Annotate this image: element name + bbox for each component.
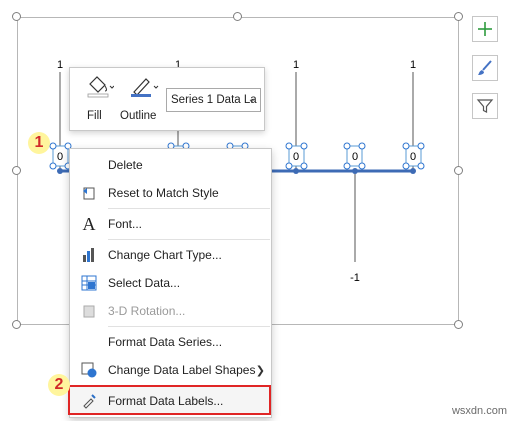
data-label-top: 1 [410, 59, 416, 71]
resize-handle[interactable] [454, 320, 463, 329]
menu-item-font[interactable]: A Font... [70, 210, 271, 238]
highlight-box [68, 385, 271, 415]
menu-item-format-data-series[interactable]: Format Data Series... [70, 328, 271, 356]
svg-text:0: 0 [293, 151, 299, 163]
menu-item-3d-rotation: 3-D Rotation... [70, 297, 271, 325]
menu-separator [108, 326, 270, 327]
data-label-top: 1 [293, 59, 299, 71]
chevron-down-icon: ⌄ [247, 94, 256, 105]
brush-icon [478, 60, 492, 75]
svg-text:0: 0 [352, 151, 358, 163]
data-label-zero-selected: 0 [405, 145, 422, 167]
reset-style-icon [80, 184, 98, 202]
outline-label: Outline [120, 110, 157, 122]
series-marker [352, 168, 358, 174]
resize-handle[interactable] [454, 166, 463, 175]
select-data-icon [80, 274, 98, 292]
menu-item-change-label-shapes[interactable]: Change Data Label Shapes ❯ [70, 356, 271, 384]
plus-icon [478, 22, 492, 36]
filter-icon [476, 99, 494, 113]
menu-item-select-data[interactable]: Select Data... [70, 269, 271, 297]
resize-handle[interactable] [454, 12, 463, 21]
chart-type-icon [80, 246, 98, 264]
menu-item-reset-style[interactable]: Reset to Match Style [70, 179, 271, 207]
menu-item-change-chart-type[interactable]: Change Chart Type... [70, 241, 271, 269]
outline-button[interactable]: Outline [120, 72, 166, 128]
delete-icon [80, 156, 98, 174]
resize-handle[interactable] [12, 166, 21, 175]
data-label-top: 1 [57, 59, 63, 71]
chevron-right-icon: ❯ [255, 364, 265, 377]
chart-filters-button[interactable] [472, 93, 498, 119]
series-select[interactable]: Series 1 Data La ⌄ [166, 88, 261, 112]
chart-styles-button[interactable] [472, 55, 498, 81]
resize-handle[interactable] [12, 320, 21, 329]
callout-2: 2 [48, 374, 70, 396]
data-label-minus: -1 [350, 272, 360, 284]
watermark: wsxdn.com [451, 405, 507, 417]
svg-text:0: 0 [410, 151, 416, 163]
resize-handle[interactable] [12, 12, 21, 21]
3d-rotation-icon [80, 302, 98, 320]
series-marker [57, 168, 63, 174]
label-shapes-icon [80, 361, 98, 379]
mini-toolbar: Fill Outline Series 1 Data La ⌄ [69, 67, 265, 131]
fill-button[interactable]: Fill [78, 72, 120, 128]
menu-separator [108, 239, 270, 240]
context-menu: Delete Reset to Match Style A Font... Ch… [69, 148, 272, 418]
data-label-zero-selected: 0 [52, 145, 69, 167]
fill-label: Fill [87, 110, 102, 122]
pen-outline-icon [131, 78, 159, 97]
series-marker [293, 168, 299, 174]
paint-bucket-icon [87, 76, 114, 98]
callout-1: 1 [28, 132, 50, 154]
menu-separator [108, 208, 270, 209]
menu-item-delete[interactable]: Delete [70, 151, 271, 179]
svg-text:0: 0 [57, 151, 63, 163]
data-label-zero-selected: 0 [346, 145, 363, 167]
font-icon: A [82, 213, 96, 234]
data-label-zero-selected: 0 [288, 145, 305, 167]
series-select-value: Series 1 Data La [171, 94, 257, 106]
chart-elements-button[interactable] [472, 16, 498, 42]
resize-handle[interactable] [233, 12, 242, 21]
series-marker [410, 168, 416, 174]
